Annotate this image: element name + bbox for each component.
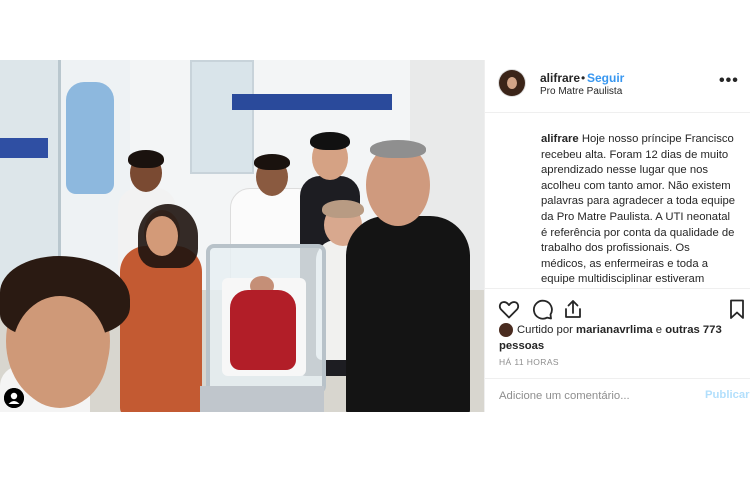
more-options-icon[interactable]: •••	[719, 72, 739, 90]
post-sidebar: alifrare • Seguir Pro Matre Paulista •••…	[484, 60, 750, 412]
photo-bassinet	[206, 244, 326, 394]
photo-cart	[200, 386, 324, 412]
heart-icon[interactable]	[497, 297, 521, 321]
comment-bar: Publicar	[485, 378, 750, 413]
follow-separator: •	[581, 71, 586, 85]
avatar[interactable]	[499, 70, 525, 96]
share-icon[interactable]	[561, 297, 585, 321]
post-timestamp[interactable]: HÁ 11 HORAS	[499, 357, 559, 367]
photo-window	[190, 60, 254, 174]
post-photo[interactable]	[0, 60, 484, 412]
instagram-post: alifrare • Seguir Pro Matre Paulista •••…	[0, 60, 750, 412]
post-caption: alifrare Hoje nosso príncipe Francisco r…	[541, 132, 737, 284]
liker-avatar[interactable]	[499, 323, 513, 338]
publish-button[interactable]: Publicar	[705, 389, 750, 401]
post-header: alifrare • Seguir Pro Matre Paulista •••	[485, 60, 750, 113]
caption-text: Hoje nosso príncipe Francisco recebeu al…	[541, 133, 736, 284]
photo-coat	[66, 82, 114, 194]
location-link[interactable]: Pro Matre Paulista	[540, 86, 622, 97]
likes-connector: e	[655, 324, 663, 336]
user-tag-icon[interactable]	[4, 388, 24, 408]
likes-summary: Curtido por marianavrlima e outras 773 p…	[499, 322, 739, 354]
likes-prefix: Curtido por	[517, 324, 573, 336]
photo-red-blanket	[230, 290, 296, 370]
comment-input[interactable]	[499, 388, 689, 404]
caption-username[interactable]: alifrare	[541, 133, 579, 145]
liker-username[interactable]: marianavrlima	[576, 324, 653, 336]
bookmark-icon[interactable]	[725, 297, 749, 321]
photo-wall-stripe	[232, 94, 392, 110]
username[interactable]: alifrare	[540, 71, 580, 85]
follow-button[interactable]: Seguir	[587, 71, 624, 85]
comment-icon[interactable]	[530, 297, 554, 321]
